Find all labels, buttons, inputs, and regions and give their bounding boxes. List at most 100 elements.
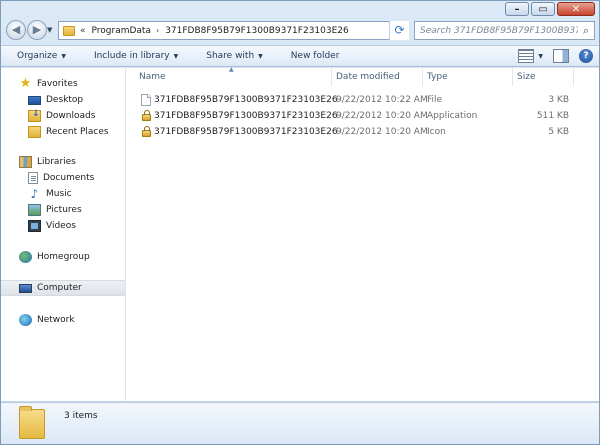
file-size: 511 KB [536, 111, 569, 121]
table-row[interactable]: 371FDB8F95B79F1300B9371F23103E26 9/22/20… [127, 92, 599, 108]
sort-ascending-icon: ▲ [229, 66, 234, 73]
file-type: Application [427, 111, 478, 121]
downloads-icon [28, 109, 41, 122]
file-date-modified: 9/22/2012 10:20 AM [336, 127, 428, 137]
table-row[interactable]: 371FDB8F95B79F1300B9371F23103E26 9/22/20… [127, 124, 599, 140]
change-view-icon[interactable] [518, 49, 535, 63]
forward-arrow-icon: ▶ [32, 23, 42, 36]
include-in-library-label: Include in library [93, 51, 170, 61]
address-bar[interactable]: « ProgramData › 371FDB8F95B79F1300B9371F… [58, 21, 408, 40]
minimize-button[interactable]: – [505, 2, 529, 16]
new-folder-button[interactable]: New folder [275, 51, 352, 61]
command-bar: Organize ▼ Include in library ▼ Share with… [1, 45, 599, 67]
include-in-library-menu[interactable]: Include in library ▼ [78, 51, 190, 61]
folder-icon [19, 406, 45, 439]
file-size: 5 KB [548, 127, 569, 137]
breadcrumb-current-folder[interactable]: 371FDB8F95B79F1300B9371F23103E26 [165, 26, 349, 36]
desktop-icon [28, 95, 41, 105]
file-name[interactable]: 371FDB8F95B79F1300B9371F23103E26 [154, 127, 338, 137]
file-icon [141, 94, 151, 106]
window-controls: – ▭ ✕ [503, 2, 595, 18]
videos-icon [28, 220, 41, 232]
recent-places-icon [28, 126, 41, 138]
sidebar-item-network[interactable]: Network [1, 312, 125, 328]
sidebar-item-label: Libraries [37, 157, 76, 167]
sidebar-item-computer[interactable]: Computer [1, 280, 125, 296]
sidebar-item-label: Favorites [37, 79, 78, 89]
sidebar-item-label: Computer [37, 283, 82, 293]
sidebar-item-label: Desktop [46, 95, 84, 105]
column-divider[interactable] [422, 68, 423, 86]
lock-icon [142, 126, 151, 137]
column-divider[interactable] [512, 68, 513, 86]
help-icon[interactable]: ? [579, 49, 593, 63]
chevron-down-icon: ▼ [258, 53, 263, 60]
close-icon: ✕ [571, 4, 581, 15]
close-button[interactable]: ✕ [557, 2, 595, 16]
homegroup-icon [19, 251, 32, 263]
file-name[interactable]: 371FDB8F95B79F1300B9371F23103E26 [154, 95, 338, 105]
search-input[interactable]: Search 371FDB8F95B79F1300B9371F23... [415, 26, 578, 36]
maximize-button[interactable]: ▭ [531, 2, 555, 16]
pictures-icon [28, 204, 41, 216]
sidebar-item-label: Homegroup [37, 252, 90, 262]
share-with-menu[interactable]: Share with ▼ [190, 51, 275, 61]
view-options-dropdown[interactable]: ▼ [538, 53, 543, 60]
column-divider[interactable] [331, 68, 332, 86]
sidebar-item-downloads[interactable]: Downloads [1, 108, 125, 124]
libraries-icon [19, 156, 32, 168]
back-arrow-icon: ◀ [11, 23, 21, 36]
sidebar-item-label: Videos [46, 221, 76, 231]
navigation-pane: ★ Favorites Desktop Downloads Recent Pla… [1, 68, 126, 401]
column-header-date-modified[interactable]: Date modified [336, 72, 400, 82]
column-header-size[interactable]: Size [517, 72, 535, 82]
column-header-name[interactable]: Name [139, 72, 166, 82]
search-box[interactable]: Search 371FDB8F95B79F1300B9371F23... ⌕ [414, 21, 595, 40]
sidebar-item-label: Recent Places [46, 127, 109, 137]
column-header-type[interactable]: Type [427, 72, 448, 82]
sidebar-item-recent-places[interactable]: Recent Places [1, 124, 125, 140]
file-name[interactable]: 371FDB8F95B79F1300B9371F23103E26 [154, 111, 338, 121]
forward-button[interactable]: ▶ [27, 20, 47, 40]
file-date-modified: 9/22/2012 10:22 AM [336, 95, 428, 105]
back-button[interactable]: ◀ [6, 20, 26, 40]
search-icon[interactable]: ⌕ [578, 24, 594, 38]
sidebar-item-favorites[interactable]: ★ Favorites [1, 76, 125, 92]
details-pane: 3 items [1, 402, 599, 444]
chevron-down-icon: ▼ [173, 53, 179, 60]
new-folder-label: New folder [290, 51, 340, 61]
sidebar-item-desktop[interactable]: Desktop [1, 92, 125, 108]
sidebar-item-music[interactable]: ♪ Music [1, 186, 125, 202]
refresh-button[interactable]: ⟳ [389, 21, 409, 40]
sidebar-item-videos[interactable]: Videos [1, 218, 125, 234]
address-overflow-chevron[interactable]: « [80, 26, 86, 36]
chevron-down-icon: ▼ [61, 53, 66, 60]
sidebar-item-label: Downloads [46, 111, 96, 121]
network-icon [19, 314, 32, 326]
breadcrumb-programdata[interactable]: ProgramData [92, 26, 151, 36]
sidebar-item-documents[interactable]: Documents [1, 170, 125, 186]
file-type: Icon [427, 127, 446, 137]
sidebar-item-libraries[interactable]: Libraries [1, 154, 125, 170]
recent-pages-dropdown[interactable]: ▼ [47, 26, 52, 34]
item-count: 3 items [64, 411, 98, 421]
sidebar-item-label: Music [46, 189, 72, 199]
explorer-window: – ▭ ✕ ◀ ▶ ▼ « ProgramData › 371FDB8F95B7… [0, 0, 600, 445]
table-row[interactable]: 371FDB8F95B79F1300B9371F23103E26 9/22/20… [127, 108, 599, 124]
share-with-label: Share with [206, 51, 255, 61]
organize-menu[interactable]: Organize ▼ [1, 51, 78, 61]
file-list: ▲ Name Date modified Type Size 371FDB8F9… [127, 66, 599, 401]
minimize-icon: – [514, 4, 520, 15]
main-area: ★ Favorites Desktop Downloads Recent Pla… [1, 66, 599, 401]
sidebar-item-label: Network [37, 315, 75, 325]
maximize-icon: ▭ [538, 4, 548, 15]
refresh-icon: ⟳ [394, 23, 405, 37]
column-divider[interactable] [573, 68, 574, 86]
sidebar-item-label: Pictures [46, 205, 82, 215]
sidebar-item-pictures[interactable]: Pictures [1, 202, 125, 218]
sidebar-item-homegroup[interactable]: Homegroup [1, 249, 125, 265]
organize-label: Organize [17, 51, 58, 61]
preview-pane-icon[interactable] [553, 49, 569, 63]
breadcrumb-separator-icon[interactable]: › [156, 26, 159, 35]
file-size: 3 KB [548, 95, 569, 105]
